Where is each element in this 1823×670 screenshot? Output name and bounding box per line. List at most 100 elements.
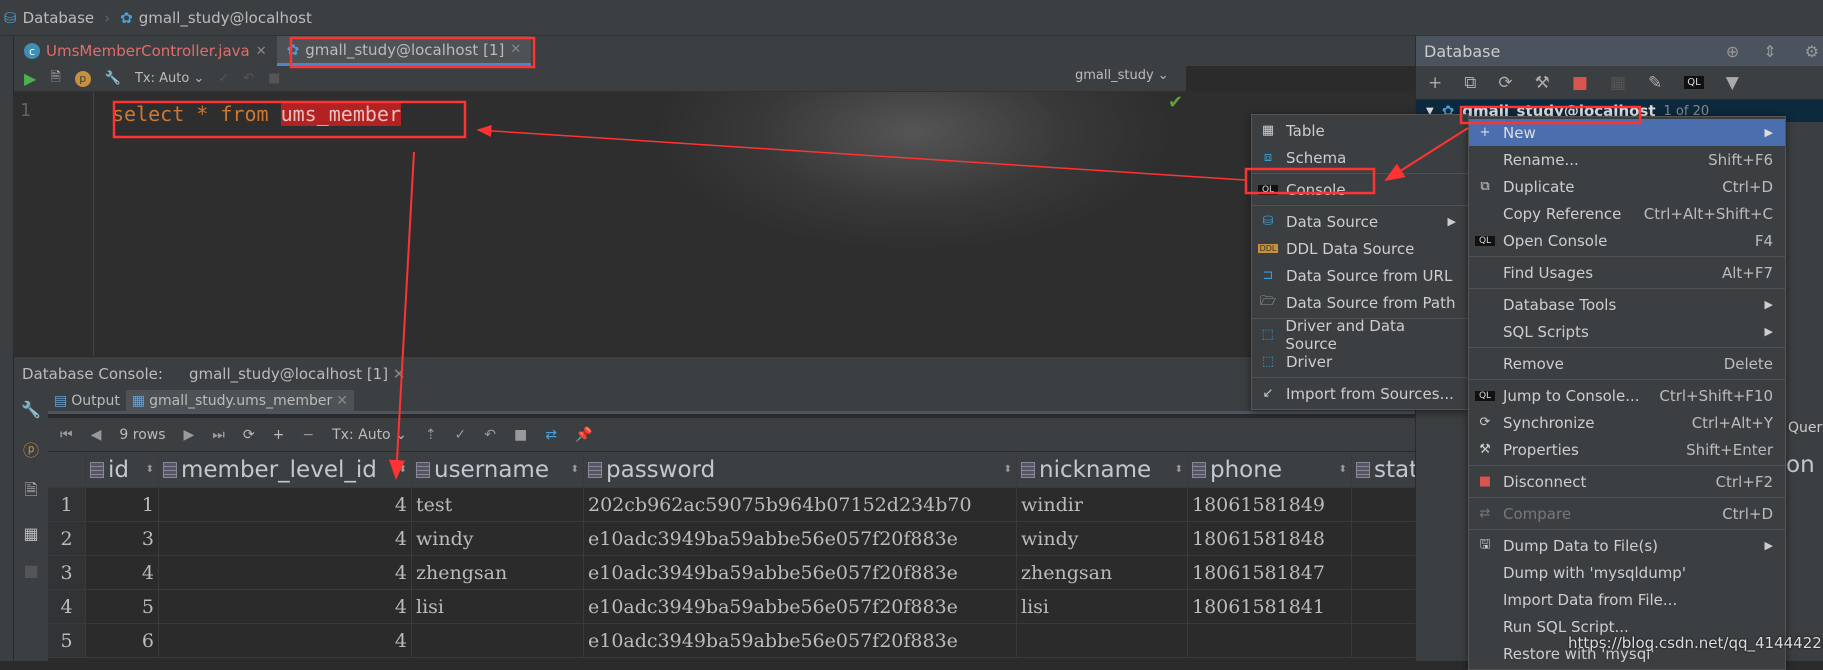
- cell-phone[interactable]: [1188, 624, 1352, 657]
- schema-select[interactable]: gmall_study ⌄: [1075, 68, 1169, 83]
- sql-editor[interactable]: [14, 92, 1415, 356]
- menu-item-open-console[interactable]: QL Open Console F4: [1469, 227, 1785, 254]
- history-icon[interactable]: 🗎: [50, 68, 60, 90]
- column-header-id[interactable]: id ⬍: [86, 452, 159, 487]
- wrench-icon[interactable]: 🔧: [105, 71, 121, 86]
- cell-lvl[interactable]: 4: [159, 624, 412, 657]
- target-icon[interactable]: ⊕: [1726, 42, 1739, 61]
- menu-item-remove[interactable]: Remove Delete: [1469, 350, 1785, 377]
- column-header-phone[interactable]: phone ⬍: [1188, 452, 1352, 487]
- close-icon[interactable]: ✕: [256, 44, 267, 59]
- stop-icon[interactable]: ■: [514, 427, 527, 443]
- cell-username[interactable]: windy: [412, 522, 584, 555]
- menu-item-import-data-from-file[interactable]: Import Data from File...: [1469, 586, 1785, 613]
- tx-mode-select[interactable]: Tx: Auto ⌄: [135, 71, 204, 86]
- cell-phone[interactable]: 18061581848: [1188, 522, 1352, 555]
- edit-icon[interactable]: ✎: [1648, 73, 1662, 93]
- sort-icon[interactable]: ⬍: [1175, 464, 1183, 475]
- cell-password[interactable]: e10adc3949ba59abbe56e057f20f883e: [584, 590, 1017, 623]
- cell-id[interactable]: 5: [86, 590, 159, 623]
- sort-icon[interactable]: ⬍: [399, 464, 407, 475]
- menu-item-rename[interactable]: Rename... Shift+F6: [1469, 146, 1785, 173]
- next-page-icon[interactable]: ▶: [184, 427, 195, 443]
- menu-item-data-source-from-url[interactable]: ⊐ Data Source from URL: [1252, 262, 1468, 289]
- close-icon[interactable]: ✕: [336, 393, 348, 409]
- add-icon[interactable]: +: [1428, 73, 1442, 93]
- menu-item-database-tools[interactable]: Database Tools ▶: [1469, 291, 1785, 318]
- cell-id[interactable]: 6: [86, 624, 159, 657]
- cell-lvl[interactable]: 4: [159, 522, 412, 555]
- menu-item-find-usages[interactable]: Find Usages Alt+F7: [1469, 259, 1785, 286]
- menu-item-schema[interactable]: ⧈ Schema: [1252, 144, 1468, 171]
- tab-ums-member-controller[interactable]: c UmsMemberController.java ✕: [14, 36, 277, 66]
- menu-item-dump-data-to-file-s[interactable]: 🖫 Dump Data to File(s) ▶: [1469, 532, 1785, 559]
- menu-item-driver[interactable]: ⬚ Driver: [1252, 348, 1468, 375]
- cell-id[interactable]: 4: [86, 556, 159, 589]
- rollback-icon[interactable]: ↶: [484, 427, 496, 443]
- menu-item-import-from-sources[interactable]: ↙ Import from Sources...: [1252, 380, 1468, 407]
- collapse-icon[interactable]: ⇕: [1763, 42, 1776, 61]
- table-row[interactable]: 3 4 4 zhengsan e10adc3949ba59abbe56e057f20f8…: [48, 556, 1468, 590]
- last-page-icon[interactable]: ⏭: [212, 427, 225, 443]
- properties-icon[interactable]: ⚒: [1535, 73, 1550, 93]
- stop-icon[interactable]: ■: [23, 561, 38, 580]
- column-header-username[interactable]: username ⬍: [412, 452, 584, 487]
- table-row[interactable]: 2 3 4 windy e10adc3949ba59abbe56e057f20f883e…: [48, 522, 1468, 556]
- menu-item-data-source-from-path[interactable]: 🗁 Data Source from Path: [1252, 289, 1468, 316]
- column-header-member-level-id[interactable]: member_level_id ⬍: [159, 452, 412, 487]
- parameters-icon[interactable]: ⓟ: [23, 437, 39, 461]
- cell-password[interactable]: e10adc3949ba59abbe56e057f20f883e: [584, 556, 1017, 589]
- cell-password[interactable]: e10adc3949ba59abbe56e057f20f883e: [584, 522, 1017, 555]
- console-icon[interactable]: QL: [1684, 76, 1704, 89]
- commit-icon[interactable]: ✓: [218, 71, 229, 86]
- tab-ums-member[interactable]: ▦ gmall_study.ums_member ✕: [125, 390, 354, 411]
- filter-icon[interactable]: ▼: [1726, 73, 1739, 93]
- menu-item-driver-and-data-source[interactable]: ⬚ Driver and Data Source: [1252, 317, 1468, 353]
- cell-lvl[interactable]: 4: [159, 488, 412, 521]
- refresh-icon[interactable]: ⟳: [1498, 73, 1512, 93]
- stop-icon[interactable]: ■: [268, 71, 280, 86]
- table-row[interactable]: 4 5 4 lisi e10adc3949ba59abbe56e057f20f883e l…: [48, 590, 1468, 624]
- prev-page-icon[interactable]: ◀: [91, 427, 102, 443]
- console-tab[interactable]: gmall_study@localhost [1] ✕: [189, 365, 405, 383]
- cell-lvl[interactable]: 4: [159, 556, 412, 589]
- sql-text[interactable]: select * from ums_member: [112, 102, 401, 126]
- history-icon[interactable]: 🗎: [25, 479, 38, 506]
- parameters-icon[interactable]: p: [74, 70, 91, 87]
- menu-item-duplicate[interactable]: ⧉ Duplicate Ctrl+D: [1469, 173, 1785, 200]
- cell-phone[interactable]: 18061581847: [1188, 556, 1352, 589]
- wrench-icon[interactable]: 🔧: [21, 400, 41, 419]
- cell-nickname[interactable]: windir: [1017, 488, 1188, 521]
- menu-item-data-source[interactable]: ⛁ Data Source ▶: [1252, 208, 1468, 235]
- duplicate-icon[interactable]: ⧉: [1464, 73, 1476, 93]
- menu-item-new[interactable]: + New ▶: [1469, 119, 1785, 146]
- refresh-icon[interactable]: ⟳: [243, 427, 255, 443]
- cell-nickname[interactable]: zhengsan: [1017, 556, 1188, 589]
- menu-item-table[interactable]: ▦ Table: [1252, 117, 1468, 144]
- close-icon[interactable]: ✕: [393, 365, 406, 383]
- tab-gmall-console[interactable]: ✿ gmall_study@localhost [1] ✕: [276, 36, 532, 66]
- run-icon[interactable]: ▶: [24, 69, 36, 88]
- cell-nickname[interactable]: lisi: [1017, 590, 1188, 623]
- menu-item-jump-to-console[interactable]: QL Jump to Console... Ctrl+Shift+F10: [1469, 382, 1785, 409]
- layout-icon[interactable]: ▦: [23, 524, 38, 543]
- cell-id[interactable]: 1: [86, 488, 159, 521]
- table-row[interactable]: 564e10adc3949ba59abbe56e057f20f883e1: [48, 624, 1468, 658]
- breadcrumb-database[interactable]: Database: [23, 9, 95, 27]
- row-count[interactable]: 9 rows: [119, 427, 165, 443]
- tx-mode-select[interactable]: Tx: Auto ⌄: [332, 427, 407, 443]
- sort-icon[interactable]: ⬍: [1004, 464, 1012, 475]
- stop-icon[interactable]: ■: [1572, 73, 1588, 93]
- submit-icon[interactable]: ⇡: [425, 427, 437, 443]
- menu-item-synchronize[interactable]: ⟳ Synchronize Ctrl+Alt+Y: [1469, 409, 1785, 436]
- cell-password[interactable]: 202cb962ac59075b964b07152d234b70: [584, 488, 1017, 521]
- cell-phone[interactable]: 18061581849: [1188, 488, 1352, 521]
- sort-icon[interactable]: ⬍: [146, 464, 154, 475]
- close-icon[interactable]: ✕: [510, 42, 521, 57]
- cell-phone[interactable]: 18061581841: [1188, 590, 1352, 623]
- sort-icon[interactable]: ⬍: [571, 464, 579, 475]
- cell-username[interactable]: [412, 624, 584, 657]
- cell-nickname[interactable]: [1017, 624, 1188, 657]
- cell-id[interactable]: 3: [86, 522, 159, 555]
- cell-lvl[interactable]: 4: [159, 590, 412, 623]
